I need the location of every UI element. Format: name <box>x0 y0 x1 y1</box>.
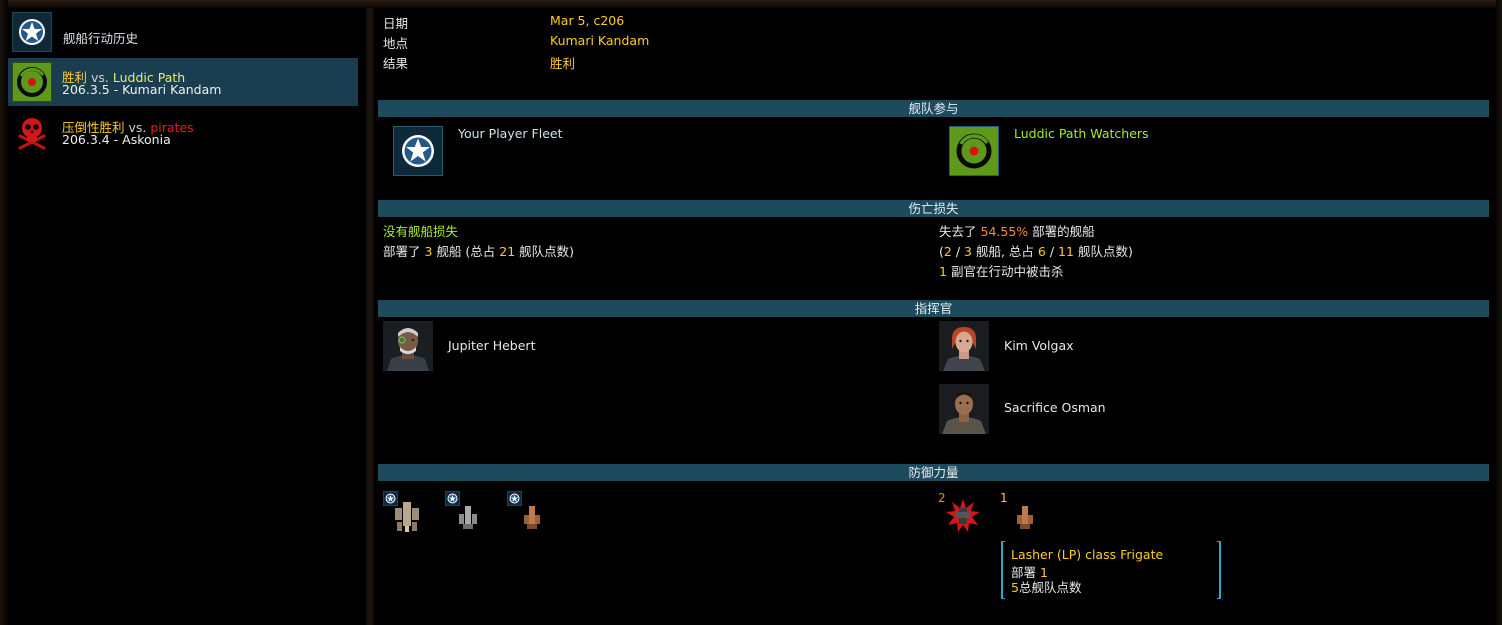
section-losses-header: 伤亡损失 <box>378 200 1489 217</box>
player-commander-name[interactable]: Jupiter Hebert <box>448 338 535 353</box>
battle-detail: 206.3.4 - Askonia <box>62 132 171 147</box>
date-value: Mar 5, c206 <box>550 13 625 28</box>
ships-lost-count: 2 <box>943 244 952 259</box>
player-star-emblem-icon <box>506 490 523 507</box>
window-left-frame <box>0 0 8 625</box>
luddic-path-emblem-icon <box>12 62 52 105</box>
lost-suffix: 部署的舰船 <box>1032 224 1095 239</box>
ships-mid-text: 舰船, 总占 <box>975 244 1034 259</box>
window-right-frame <box>1496 0 1502 625</box>
section-fleets-header: 舰队参与 <box>378 100 1489 117</box>
lost-prefix: 失去了 <box>939 224 977 239</box>
points-total-count: 11 <box>1058 244 1074 259</box>
sidebar-title: 舰船行动历史 <box>63 31 139 46</box>
player-no-loss-text: 没有舰船损失 <box>383 224 459 239</box>
tooltip-ship-class: Lasher (LP) class Frigate <box>1011 547 1164 562</box>
player-fleet-name[interactable]: Your Player Fleet <box>458 126 562 141</box>
points-lost-count: 6 <box>1037 244 1046 259</box>
officer-killed-text: 副官在行动中被击杀 <box>950 264 1064 279</box>
commander-portrait-icon[interactable] <box>383 321 433 371</box>
ship-icon[interactable] <box>1015 505 1035 534</box>
destroyed-ship-icon[interactable] <box>945 498 981 537</box>
player-star-emblem-icon <box>444 490 461 507</box>
battle-history-sidebar: 舰船行动历史 胜利 vs. Luddic Path 206.3.5 - Kuma… <box>8 8 358 618</box>
deployed-mid-text: 舰船 (总占 <box>436 244 496 259</box>
enemy-lost-line: 失去了 54.55% 部署的舰船 <box>939 221 1095 240</box>
result-value: 胜利 <box>550 56 576 71</box>
officer-killed-count: 1 <box>939 264 947 279</box>
battle-entry-pirates[interactable]: 压倒性胜利 vs. pirates 206.3.4 - Askonia <box>8 108 358 156</box>
commander-portrait-icon[interactable] <box>939 321 989 371</box>
player-deployed-line: 部署了 3 舰船 (总占 21 舰队点数) <box>383 241 574 260</box>
deployed-prefix: 部署了 <box>383 244 421 259</box>
enemy-officer-killed-line: 1 副官在行动中被击杀 <box>939 261 1063 280</box>
lost-percent: 54.55% <box>980 224 1029 239</box>
location-value: Kumari Kandam <box>550 33 650 48</box>
section-forces-header: 防御力量 <box>378 464 1489 481</box>
enemy-ships-lost-line: (2 / 3 舰船, 总占 6 / 11 舰队点数) <box>939 241 1133 260</box>
ship-tooltip: Lasher (LP) class Frigate 部署 1 5总舰队点数 <box>1001 541 1221 599</box>
deployed-suffix: 舰队点数) <box>519 244 575 259</box>
tooltip-bracket-left <box>1001 541 1005 599</box>
enemy-fleet-name[interactable]: Luddic Path Watchers <box>1014 126 1149 141</box>
location-label: 地点 <box>383 36 409 51</box>
window-top-frame <box>0 0 1502 8</box>
points-suffix: 舰队点数) <box>1077 244 1133 259</box>
tooltip-bracket-right <box>1217 541 1221 599</box>
surviving-count: 1 <box>1000 491 1008 505</box>
slash: / <box>955 244 961 259</box>
battle-detail-panel: 日期 Mar 5, c206 地点 Kumari Kandam 结果 胜利 舰队… <box>374 8 1494 625</box>
result-label: 结果 <box>383 56 409 71</box>
tooltip-points-line: 5总舰队点数 <box>1011 577 1081 596</box>
ship-icon[interactable] <box>522 505 542 534</box>
tooltip-points-label: 总舰队点数 <box>1018 580 1082 595</box>
deployed-point-count: 21 <box>499 244 516 259</box>
section-commanders-header: 指挥官 <box>378 300 1489 317</box>
ship-icon[interactable] <box>392 500 422 537</box>
player-star-emblem-icon <box>12 12 52 55</box>
luddic-path-emblem-icon[interactable] <box>949 126 999 176</box>
deployed-ship-count: 3 <box>424 244 433 259</box>
player-star-emblem-icon[interactable] <box>393 126 443 176</box>
enemy-commander-name[interactable]: Kim Volgax <box>1004 338 1074 353</box>
battle-detail: 206.3.5 - Kumari Kandam <box>62 82 222 97</box>
ship-icon[interactable] <box>457 505 479 534</box>
slash: / <box>1049 244 1055 259</box>
ships-total-count: 3 <box>964 244 972 259</box>
tooltip-points-value: 5 <box>1011 580 1019 595</box>
pirate-skull-emblem-icon <box>12 112 52 155</box>
enemy-commander-name[interactable]: Sacrifice Osman <box>1004 400 1106 415</box>
commander-portrait-icon[interactable] <box>939 384 989 434</box>
battle-entry-luddic-path[interactable]: 胜利 vs. Luddic Path 206.3.5 - Kumari Kand… <box>8 58 358 106</box>
panel-divider <box>366 8 374 625</box>
date-label: 日期 <box>383 16 409 31</box>
sidebar-header: 舰船行动历史 <box>12 12 352 52</box>
